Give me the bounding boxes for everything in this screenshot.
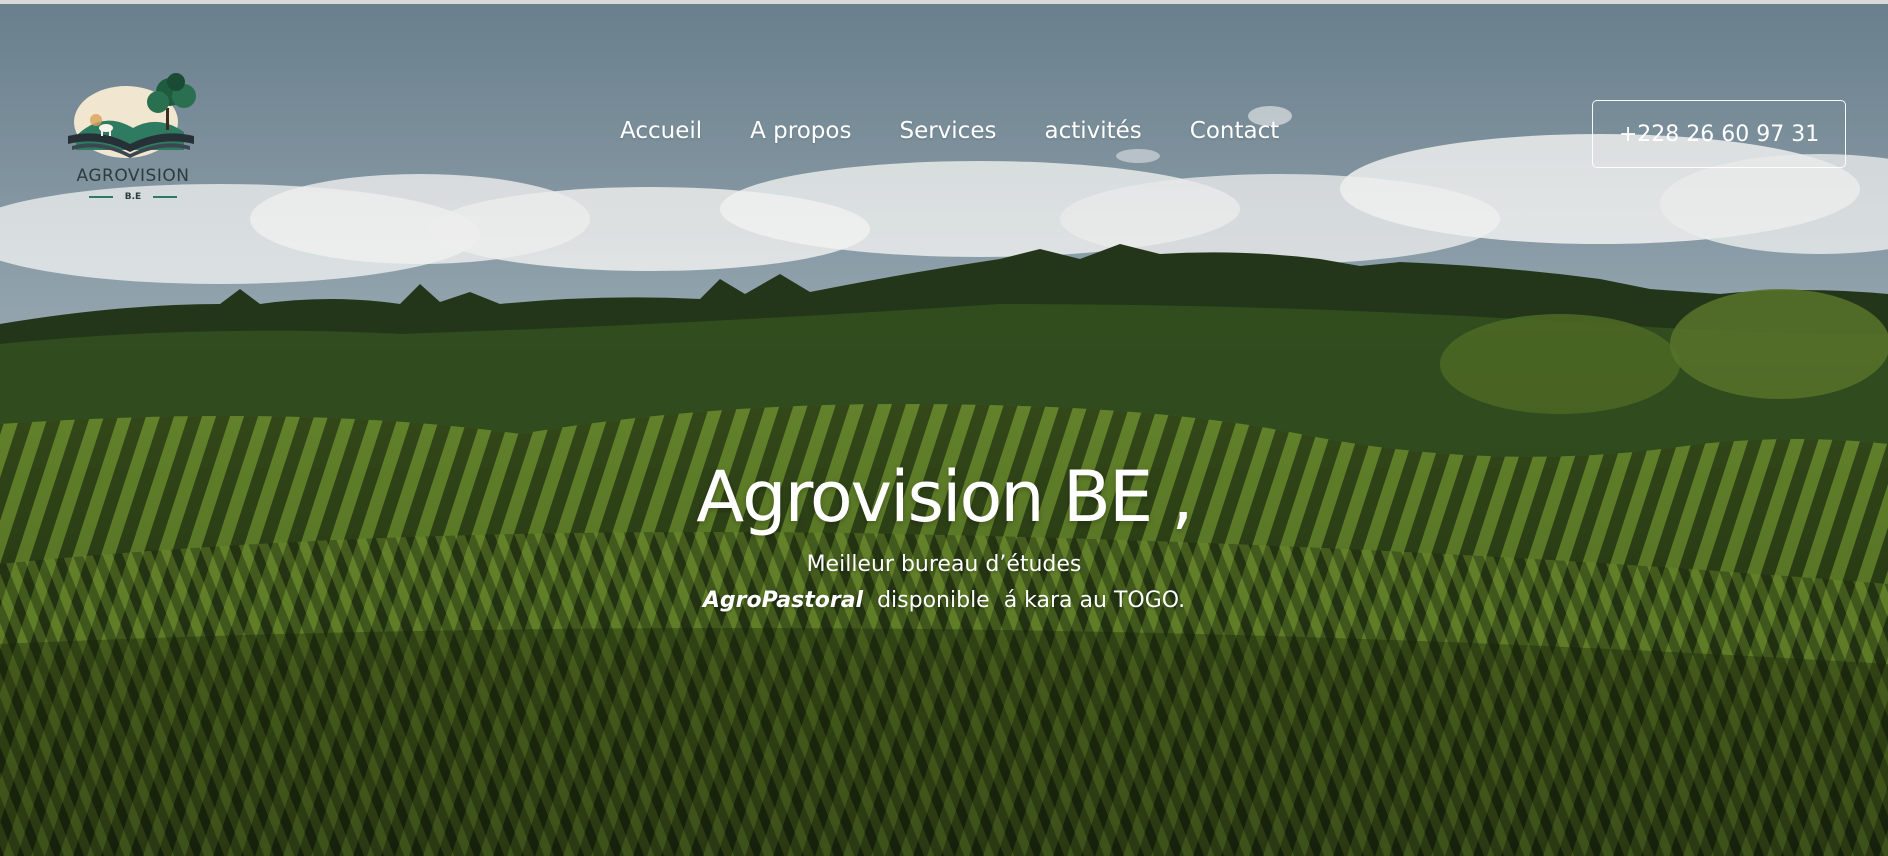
main-nav: Accueil A propos Services activités Cont… <box>620 118 1279 144</box>
nav-item-activites[interactable]: activités <box>1044 118 1141 144</box>
phone-number: +228 26 60 97 31 <box>1618 121 1820 147</box>
nav-item-a-propos[interactable]: A propos <box>750 118 851 144</box>
hero-subtitle-line2: AgroPastoral disponible á kara au TOGO. <box>0 588 1888 613</box>
page: AGROVISION B.E Accueil A propos Services… <box>0 0 1888 856</box>
hero-title: Agrovision BE , <box>696 456 1193 538</box>
nav-item-accueil[interactable]: Accueil <box>620 118 702 144</box>
phone-button[interactable]: +228 26 60 97 31 <box>1592 100 1846 168</box>
logo-name: AGROVISION <box>76 166 190 186</box>
hero-subtitle-line2-rest: disponible á kara au TOGO. <box>863 588 1186 613</box>
book-tree-landscape-logo-icon <box>68 73 196 158</box>
nav-item-services[interactable]: Services <box>899 118 996 144</box>
hero-section: AGROVISION B.E Accueil A propos Services… <box>0 4 1888 856</box>
site-logo[interactable]: AGROVISION B.E <box>58 70 208 210</box>
nav-item-contact[interactable]: Contact <box>1190 118 1279 144</box>
hero-subtitle-line1: Meilleur bureau d’études <box>806 552 1082 577</box>
logo-sub: B.E <box>58 192 208 202</box>
hero-brand-emphasis: AgroPastoral <box>702 588 864 613</box>
